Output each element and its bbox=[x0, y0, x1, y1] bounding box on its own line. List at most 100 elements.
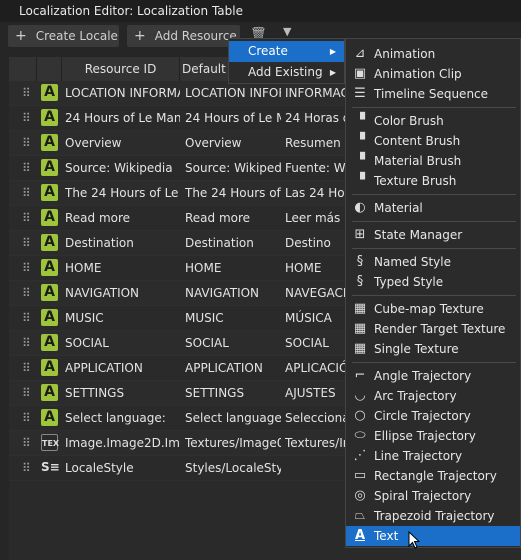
cell-locale[interactable]: MÚSICA bbox=[285, 306, 345, 331]
cell-default[interactable]: SOCIAL bbox=[185, 331, 281, 356]
header-handle-col bbox=[9, 57, 37, 81]
cell-default[interactable]: Styles/LocaleStyle bbox=[185, 456, 281, 481]
cell-default[interactable]: APPLICATION bbox=[185, 356, 281, 381]
cell-locale[interactable]: APLICACIÓ bbox=[285, 356, 345, 381]
submenu-item-rectangle-trajectory[interactable]: ▭ Rectangle Trajectory bbox=[346, 466, 520, 486]
cell-locale[interactable]: Textures/Im bbox=[285, 431, 345, 456]
cell-locale[interactable]: Destino bbox=[285, 231, 345, 256]
drag-handle-icon[interactable]: ⠿ bbox=[22, 187, 31, 199]
drag-handle-icon[interactable]: ⠿ bbox=[22, 437, 31, 449]
submenu-item-animation-clip[interactable]: ▣ Animation Clip bbox=[346, 64, 520, 84]
cell-id[interactable]: APPLICATION bbox=[65, 356, 180, 381]
cell-id[interactable]: Destination bbox=[65, 231, 180, 256]
submenu-item-render-target-texture[interactable]: ▦ Render Target Texture bbox=[346, 319, 520, 339]
submenu-item-arc-trajectory[interactable]: ◡ Arc Trajectory bbox=[346, 386, 520, 406]
timeline-sequence-icon: ☰ bbox=[354, 86, 366, 101]
submenu-item-state-manager[interactable]: ⊞ State Manager bbox=[346, 225, 520, 245]
cell-id[interactable]: LOCATION INFORMAT bbox=[65, 81, 180, 106]
cell-id[interactable]: HOME bbox=[65, 256, 180, 281]
drag-handle-icon[interactable]: ⠿ bbox=[22, 287, 31, 299]
cell-locale[interactable]: Fuente: Wik bbox=[285, 156, 345, 181]
cell-id[interactable]: Read more bbox=[65, 206, 180, 231]
drag-handle-icon[interactable]: ⠿ bbox=[22, 312, 31, 324]
cell-default[interactable]: 24 Hours of Le Ma bbox=[185, 106, 281, 131]
cell-locale[interactable]: Leer más bbox=[285, 206, 345, 231]
cell-id[interactable]: Select language: bbox=[65, 406, 180, 431]
submenu-item-single-texture[interactable]: ▦ Single Texture bbox=[346, 339, 520, 359]
submenu-item-spiral-trajectory[interactable]: ◎ Spiral Trajectory bbox=[346, 486, 520, 506]
header-resource-id[interactable]: Resource ID bbox=[62, 57, 180, 81]
cell-default[interactable]: Destination bbox=[185, 231, 281, 256]
submenu-item-typed-style[interactable]: § Typed Style bbox=[346, 272, 520, 292]
submenu-item-label: Arc Trajectory bbox=[374, 389, 457, 403]
cell-default[interactable]: HOME bbox=[185, 256, 281, 281]
cell-id[interactable]: Source: Wikipedia bbox=[65, 156, 180, 181]
cell-default[interactable]: Select language: bbox=[185, 406, 281, 431]
drag-handle-icon[interactable]: ⠿ bbox=[22, 212, 31, 224]
submenu-item-named-style[interactable]: § Named Style bbox=[346, 252, 520, 272]
cell-default[interactable]: NAVIGATION bbox=[185, 281, 281, 306]
cell-id[interactable]: Image.Image2D.Image bbox=[65, 431, 180, 456]
cell-id[interactable]: MUSIC bbox=[65, 306, 180, 331]
cell-locale[interactable]: Resumen bbox=[285, 131, 345, 156]
drag-handle-icon[interactable]: ⠿ bbox=[22, 262, 31, 274]
cell-default[interactable]: Source: Wikipedia bbox=[185, 156, 281, 181]
text-type-icon: A bbox=[41, 409, 58, 426]
cell-locale[interactable] bbox=[285, 456, 345, 481]
cell-default[interactable]: Textures/Image01 bbox=[185, 431, 281, 456]
cell-id[interactable]: NAVIGATION bbox=[65, 281, 180, 306]
drag-handle-icon[interactable]: ⠿ bbox=[22, 387, 31, 399]
drag-handle-icon[interactable]: ⠿ bbox=[22, 137, 31, 149]
cell-default[interactable]: Overview bbox=[185, 131, 281, 156]
drag-handle-icon[interactable]: ⠿ bbox=[22, 462, 31, 474]
cell-default[interactable]: LOCATION INFOR bbox=[185, 81, 281, 106]
cell-id[interactable]: SETTINGS bbox=[65, 381, 180, 406]
submenu-arrow-icon: ▶ bbox=[329, 47, 336, 56]
cell-default[interactable]: MUSIC bbox=[185, 306, 281, 331]
cell-id[interactable]: The 24 Hours of Le M bbox=[65, 181, 180, 206]
cell-locale[interactable]: SOCIAL bbox=[285, 331, 345, 356]
submenu-item-cube-map-texture[interactable]: ▦ Cube-map Texture bbox=[346, 299, 520, 319]
create-locale-button[interactable]: + Create Locale bbox=[8, 25, 119, 47]
cell-locale[interactable]: 24 Horas de bbox=[285, 106, 345, 131]
cell-id[interactable]: LocaleStyle bbox=[65, 456, 180, 481]
submenu-item-timeline-sequence[interactable]: ☰ Timeline Sequence bbox=[346, 84, 520, 104]
cell-locale[interactable]: INFORMAC bbox=[285, 81, 345, 106]
drag-handle-icon[interactable]: ⠿ bbox=[22, 162, 31, 174]
drag-handle-icon[interactable]: ⠿ bbox=[22, 412, 31, 424]
cell-default[interactable]: The 24 Hours of L bbox=[185, 181, 281, 206]
drag-handle-icon[interactable]: ⠿ bbox=[22, 337, 31, 349]
submenu-item-line-trajectory[interactable]: ⋰ Line Trajectory bbox=[346, 446, 520, 466]
cell-default[interactable]: SETTINGS bbox=[185, 381, 281, 406]
submenu-item-ellipse-trajectory[interactable]: ⬭ Ellipse Trajectory bbox=[346, 426, 520, 446]
content-brush-icon: ▝ bbox=[355, 133, 365, 148]
cell-locale[interactable]: Seleccionar bbox=[285, 406, 345, 431]
cell-id[interactable]: Overview bbox=[65, 131, 180, 156]
menu-item-create[interactable]: Create ▶ bbox=[229, 41, 344, 62]
cell-locale[interactable]: HOME bbox=[285, 256, 345, 281]
header-icon-col bbox=[37, 57, 62, 81]
submenu-item-material[interactable]: ◐ Material bbox=[346, 198, 520, 218]
drag-handle-icon[interactable]: ⠿ bbox=[22, 362, 31, 374]
menu-item-add-existing[interactable]: Add Existing ▶ bbox=[229, 62, 344, 83]
submenu-item-material-brush[interactable]: ▝ Material Brush bbox=[346, 151, 520, 171]
submenu-item-angle-trajectory[interactable]: ⌐ Angle Trajectory bbox=[346, 366, 520, 386]
cell-locale[interactable]: AJUSTES bbox=[285, 381, 345, 406]
submenu-item-texture-brush[interactable]: ▝ Texture Brush bbox=[346, 171, 520, 191]
add-resource-button[interactable]: + Add Resource bbox=[127, 25, 240, 47]
cell-id[interactable]: 24 Hours of Le Mans bbox=[65, 106, 180, 131]
drag-handle-icon[interactable]: ⠿ bbox=[22, 112, 31, 124]
dropdown-arrow-icon[interactable]: ▼ bbox=[283, 25, 291, 38]
submenu-item-circle-trajectory[interactable]: ○ Circle Trajectory bbox=[346, 406, 520, 426]
drag-handle-icon[interactable]: ⠿ bbox=[22, 237, 31, 249]
submenu-item-animation[interactable]: ⊿ Animation bbox=[346, 44, 520, 64]
cell-locale[interactable]: NAVEGACIO bbox=[285, 281, 345, 306]
cell-id[interactable]: SOCIAL bbox=[65, 331, 180, 356]
cell-locale[interactable]: Las 24 Hora bbox=[285, 181, 345, 206]
submenu-item-content-brush[interactable]: ▝ Content Brush bbox=[346, 131, 520, 151]
submenu-item-color-brush[interactable]: ▝ Color Brush bbox=[346, 111, 520, 131]
submenu-item-text[interactable]: A Text bbox=[346, 526, 520, 546]
cell-default[interactable]: Read more bbox=[185, 206, 281, 231]
submenu-item-trapezoid-trajectory[interactable]: ⏢ Trapezoid Trajectory bbox=[346, 506, 520, 526]
drag-handle-icon[interactable]: ⠿ bbox=[22, 87, 31, 99]
